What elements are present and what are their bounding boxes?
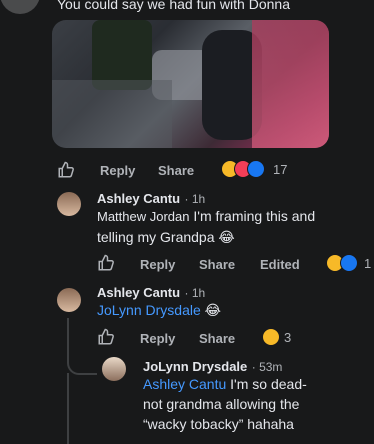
reply-text: JoLynn Drysdale 😂	[97, 300, 337, 320]
thread-line	[67, 373, 69, 444]
reply-body-line1: I'm so dead-	[230, 376, 307, 392]
like-icon[interactable]	[57, 161, 75, 179]
reaction-summary[interactable]	[221, 160, 271, 180]
reply-text: Matthew Jordan I'm framing this and tell…	[97, 206, 337, 247]
timestamp[interactable]: 53m	[259, 360, 282, 374]
reply-button[interactable]: Reply	[100, 163, 135, 178]
like-icon[interactable]	[97, 254, 115, 272]
reaction-count: 17	[273, 162, 288, 177]
timestamp[interactable]: 1h	[192, 286, 205, 300]
comment-photo[interactable]	[52, 20, 329, 148]
mention[interactable]: Matthew Jordan	[97, 209, 190, 224]
avatar[interactable]	[102, 357, 126, 381]
like-reaction-icon	[340, 254, 358, 272]
reaction-count: 1	[364, 256, 372, 271]
timestamp[interactable]: 1h	[192, 192, 205, 206]
reply-button[interactable]: Reply	[140, 257, 175, 272]
thread-connector	[67, 318, 97, 375]
reaction-summary[interactable]	[262, 328, 282, 348]
reply-text: Ashley Cantu I'm so dead- not grandma al…	[143, 374, 368, 434]
share-button[interactable]: Share	[199, 257, 235, 272]
author-name[interactable]: Ashley Cantu	[97, 191, 180, 206]
like-icon[interactable]	[97, 328, 115, 346]
edited-label[interactable]: Edited	[260, 257, 300, 272]
reply-body: 😂	[204, 302, 222, 318]
reaction-count: 3	[284, 330, 292, 345]
mention[interactable]: JoLynn Drysdale	[97, 302, 201, 318]
reply-body-line3: “wacky tobacky” hahaha	[143, 416, 294, 432]
avatar[interactable]	[0, 0, 40, 14]
comment-text: You could say we had fun with Donna	[57, 0, 290, 12]
avatar[interactable]	[57, 288, 81, 312]
author-name[interactable]: JoLynn Drysdale	[143, 359, 247, 374]
avatar[interactable]	[57, 192, 81, 216]
reply-body-line2: not grandma allowing the	[143, 396, 300, 412]
author-name[interactable]: Ashley Cantu	[97, 285, 180, 300]
share-button[interactable]: Share	[158, 163, 194, 178]
mention[interactable]: Ashley Cantu	[143, 376, 226, 392]
share-button[interactable]: Share	[199, 331, 235, 346]
haha-reaction-icon	[262, 328, 280, 346]
like-reaction-icon	[247, 160, 265, 178]
reply-button[interactable]: Reply	[140, 331, 175, 346]
reaction-summary[interactable]	[326, 254, 362, 274]
